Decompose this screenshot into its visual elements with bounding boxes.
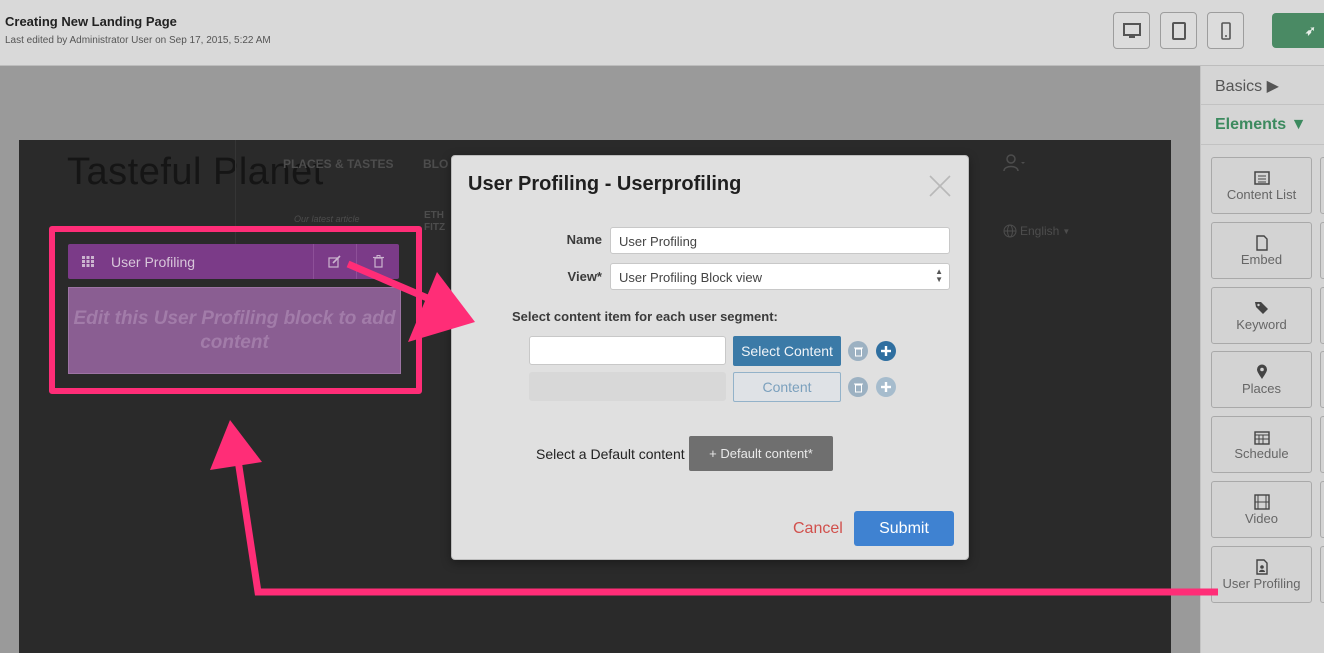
tile-label: Content List <box>1226 187 1297 202</box>
user-menu-icon[interactable] <box>1003 154 1025 175</box>
nav-item-blog[interactable]: BLO <box>423 157 448 171</box>
select-content-button[interactable]: Select Content <box>733 336 841 366</box>
tile-label: Embed <box>1240 252 1283 267</box>
elements-sidebar: Basics ▶ Elements ▼ Content List Embed K… <box>1200 66 1324 653</box>
element-tile-partial[interactable] <box>1320 546 1324 603</box>
video-icon <box>1253 494 1270 510</box>
schedule-icon <box>1253 431 1270 445</box>
element-tile-partial[interactable] <box>1320 222 1324 279</box>
segment-label: Select content item for each user segmen… <box>512 309 778 324</box>
mobile-icon <box>1220 21 1231 40</box>
view-label: View* <box>567 269 602 284</box>
element-tile-partial[interactable] <box>1320 287 1324 344</box>
user-profiling-dialog: User Profiling - Userprofiling Name User… <box>451 155 969 560</box>
elements-section-toggle[interactable]: Elements ▼ <box>1215 116 1306 134</box>
tablet-view-button[interactable] <box>1160 12 1197 49</box>
tile-label: Video <box>1244 511 1278 526</box>
segment-input-2[interactable] <box>529 372 726 401</box>
divider <box>1201 144 1324 145</box>
close-icon[interactable] <box>927 173 953 199</box>
cancel-button[interactable]: Cancel <box>793 520 843 538</box>
article-snippet: ETH FITZ <box>424 210 446 233</box>
content-list-icon <box>1253 171 1270 185</box>
highlight-box <box>49 226 422 394</box>
divider <box>1201 104 1324 105</box>
language-selector[interactable]: English ▼ <box>1003 224 1070 238</box>
element-tile-partial[interactable] <box>1320 481 1324 538</box>
top-bar: Creating New Landing Page Last edited by… <box>0 0 1324 66</box>
mobile-view-button[interactable] <box>1207 12 1244 49</box>
delete-segment-button[interactable] <box>848 377 868 397</box>
delete-segment-button[interactable] <box>848 341 868 361</box>
tile-label: Places <box>1241 381 1282 396</box>
user-profiling-icon <box>1255 559 1268 575</box>
chevron-down-icon: ▼ <box>1062 226 1071 236</box>
tile-label: Schedule <box>1234 446 1289 461</box>
desktop-view-button[interactable] <box>1113 12 1150 49</box>
keyword-icon <box>1254 302 1268 314</box>
rocket-icon: ➶ <box>1305 23 1316 38</box>
language-label: English <box>1020 224 1060 238</box>
publish-button[interactable]: ➶ <box>1272 13 1324 48</box>
latest-article-label: Our latest article <box>294 214 360 224</box>
element-tile-partial[interactable] <box>1320 157 1324 214</box>
name-label: Name <box>566 232 602 247</box>
plus-icon <box>881 382 891 392</box>
element-tile-schedule[interactable]: Schedule <box>1211 416 1312 473</box>
plus-icon <box>881 346 891 356</box>
element-tile-keyword[interactable]: Keyword <box>1211 287 1312 344</box>
submit-button[interactable]: Submit <box>854 511 954 546</box>
add-segment-button[interactable] <box>876 341 896 361</box>
places-icon <box>1256 364 1267 379</box>
name-field[interactable]: User Profiling <box>610 227 950 254</box>
select-arrows-icon: ▲ ▼ <box>935 267 943 284</box>
dialog-title: User Profiling - Userprofiling <box>468 173 742 195</box>
nav-item-places-tastes[interactable]: PLACES & TASTES <box>283 157 393 171</box>
basics-section-toggle[interactable]: Basics ▶ <box>1215 76 1279 96</box>
add-segment-button[interactable] <box>876 377 896 397</box>
default-content-label: Select a Default content <box>536 446 685 462</box>
tile-label: User Profiling <box>1222 576 1301 591</box>
content-button[interactable]: Content <box>733 372 841 402</box>
last-edited-text: Last edited by Administrator User on Sep… <box>5 35 271 46</box>
default-content-button[interactable]: + Default content* <box>689 436 833 471</box>
tablet-icon <box>1171 21 1186 40</box>
element-tile-embed[interactable]: Embed <box>1211 222 1312 279</box>
name-value: User Profiling <box>619 234 698 249</box>
view-select[interactable]: User Profiling Block view ▲ ▼ <box>610 263 950 290</box>
embed-icon <box>1255 235 1268 251</box>
element-tile-partial[interactable] <box>1320 351 1324 408</box>
view-value: User Profiling Block view <box>619 270 763 285</box>
tile-label: Keyword <box>1236 317 1287 332</box>
element-tile-places[interactable]: Places <box>1211 351 1312 408</box>
globe-icon <box>1003 224 1017 238</box>
page-title: Creating New Landing Page <box>5 14 177 29</box>
element-tile-content-list[interactable]: Content List <box>1211 157 1312 214</box>
element-tile-video[interactable]: Video <box>1211 481 1312 538</box>
segment-input-1[interactable] <box>529 336 726 365</box>
desktop-icon <box>1122 22 1141 38</box>
trash-icon <box>853 347 863 356</box>
element-tile-user-profiling[interactable]: User Profiling <box>1211 546 1312 603</box>
element-tile-partial[interactable] <box>1320 416 1324 473</box>
trash-icon <box>853 383 863 392</box>
